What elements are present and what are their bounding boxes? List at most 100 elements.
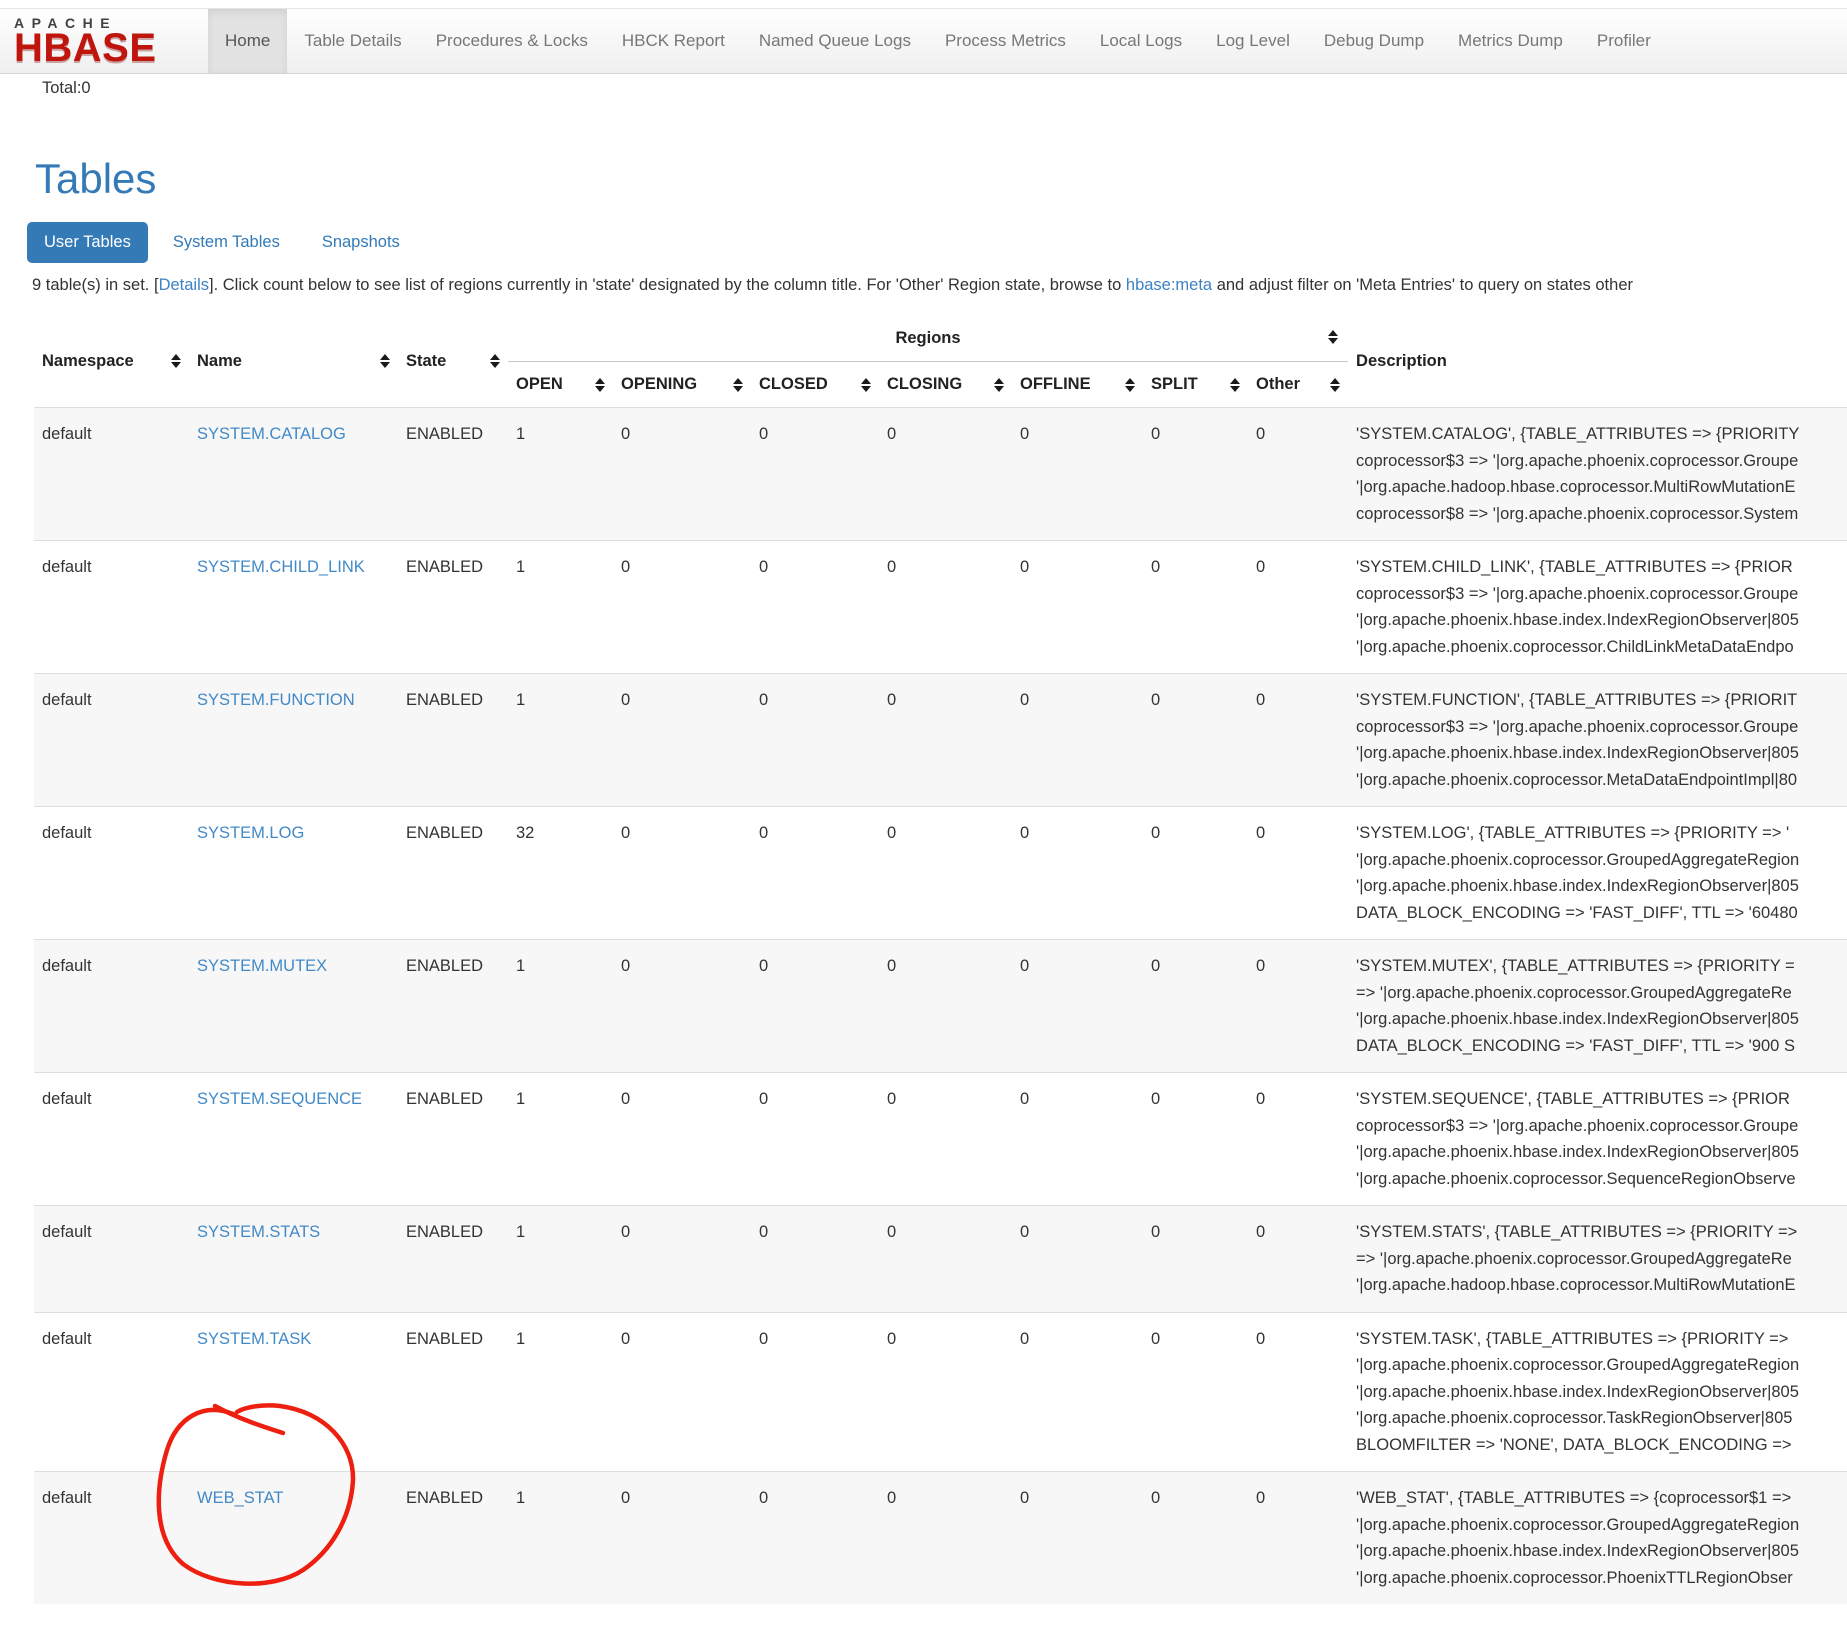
region-count-open[interactable]: 1 [508,940,613,1073]
region-count-closing[interactable]: 0 [879,1073,1012,1206]
region-count-other[interactable]: 0 [1248,674,1348,807]
sort-icon[interactable] [994,378,1004,392]
table-name-link[interactable]: WEB_STAT [197,1489,283,1507]
region-count-offline[interactable]: 0 [1012,1312,1143,1472]
region-count-offline[interactable]: 0 [1012,674,1143,807]
region-count-open[interactable]: 32 [508,807,613,940]
region-count-closed[interactable]: 0 [751,1312,879,1472]
region-count-split[interactable]: 0 [1143,408,1248,541]
region-count-split[interactable]: 0 [1143,940,1248,1073]
table-name-link[interactable]: SYSTEM.TASK [197,1330,311,1348]
region-count-open[interactable]: 1 [508,1312,613,1472]
region-count-closed[interactable]: 0 [751,807,879,940]
table-name-link[interactable]: SYSTEM.CATALOG [197,425,346,443]
region-count-closing[interactable]: 0 [879,408,1012,541]
region-count-closing[interactable]: 0 [879,541,1012,674]
region-count-split[interactable]: 0 [1143,1073,1248,1206]
region-count-offline[interactable]: 0 [1012,1073,1143,1206]
region-count-split[interactable]: 0 [1143,807,1248,940]
region-count-split[interactable]: 0 [1143,541,1248,674]
tab-user-tables[interactable]: User Tables [27,222,148,263]
region-count-opening[interactable]: 0 [613,408,751,541]
region-count-opening[interactable]: 0 [613,1472,751,1605]
header-namespace[interactable]: Namespace [34,315,189,408]
region-count-closed[interactable]: 0 [751,408,879,541]
region-count-opening[interactable]: 0 [613,1073,751,1206]
region-count-split[interactable]: 0 [1143,674,1248,807]
region-count-closed[interactable]: 0 [751,1206,879,1313]
table-name-link[interactable]: SYSTEM.MUTEX [197,957,327,975]
nav-item-log-level[interactable]: Log Level [1199,9,1307,73]
header-region-state-closed[interactable]: CLOSED [751,362,879,408]
region-count-opening[interactable]: 0 [613,1206,751,1313]
header-region-state-open[interactable]: OPEN [508,362,613,408]
region-count-closing[interactable]: 0 [879,807,1012,940]
table-name-link[interactable]: SYSTEM.STATS [197,1223,320,1241]
table-name-link[interactable]: SYSTEM.FUNCTION [197,691,355,709]
region-count-closed[interactable]: 0 [751,1073,879,1206]
region-count-other[interactable]: 0 [1248,541,1348,674]
region-count-open[interactable]: 1 [508,408,613,541]
region-count-closed[interactable]: 0 [751,674,879,807]
region-count-other[interactable]: 0 [1248,1312,1348,1472]
sort-icon[interactable] [1330,378,1340,392]
region-count-split[interactable]: 0 [1143,1472,1248,1605]
region-count-offline[interactable]: 0 [1012,807,1143,940]
region-count-open[interactable]: 1 [508,1206,613,1313]
sort-icon[interactable] [595,378,605,392]
region-count-opening[interactable]: 0 [613,940,751,1073]
nav-item-table-details[interactable]: Table Details [287,9,418,73]
header-state[interactable]: State [398,315,508,408]
region-count-offline[interactable]: 0 [1012,940,1143,1073]
nav-item-metrics-dump[interactable]: Metrics Dump [1441,9,1580,73]
tab-system-tables[interactable]: System Tables [156,222,297,263]
region-count-closing[interactable]: 0 [879,1312,1012,1472]
region-count-opening[interactable]: 0 [613,807,751,940]
sort-icon[interactable] [1125,378,1135,392]
region-count-split[interactable]: 0 [1143,1206,1248,1313]
region-count-open[interactable]: 1 [508,1073,613,1206]
tab-snapshots[interactable]: Snapshots [305,222,417,263]
header-region-state-split[interactable]: SPLIT [1143,362,1248,408]
region-count-open[interactable]: 1 [508,674,613,807]
region-count-offline[interactable]: 0 [1012,1472,1143,1605]
header-regions-group[interactable]: Regions [508,315,1348,362]
nav-item-process-metrics[interactable]: Process Metrics [928,9,1083,73]
region-count-closing[interactable]: 0 [879,1472,1012,1605]
sort-icon[interactable] [380,354,390,368]
region-count-other[interactable]: 0 [1248,1206,1348,1313]
header-name[interactable]: Name [189,315,398,408]
nav-item-named-queue-logs[interactable]: Named Queue Logs [742,9,928,73]
sort-icon[interactable] [1230,378,1240,392]
region-count-open[interactable]: 1 [508,541,613,674]
sort-icon[interactable] [1328,330,1338,344]
region-count-other[interactable]: 0 [1248,408,1348,541]
region-count-split[interactable]: 0 [1143,1312,1248,1472]
hbase-meta-link[interactable]: hbase:meta [1126,276,1212,294]
region-count-closing[interactable]: 0 [879,1206,1012,1313]
details-link[interactable]: Details [159,276,209,294]
region-count-other[interactable]: 0 [1248,940,1348,1073]
region-count-closed[interactable]: 0 [751,940,879,1073]
region-count-closed[interactable]: 0 [751,541,879,674]
region-count-opening[interactable]: 0 [613,674,751,807]
header-region-state-opening[interactable]: OPENING [613,362,751,408]
header-region-state-other[interactable]: Other [1248,362,1348,408]
nav-item-hbck-report[interactable]: HBCK Report [605,9,742,73]
header-region-state-closing[interactable]: CLOSING [879,362,1012,408]
region-count-opening[interactable]: 0 [613,541,751,674]
table-name-link[interactable]: SYSTEM.SEQUENCE [197,1090,362,1108]
region-count-closed[interactable]: 0 [751,1472,879,1605]
region-count-offline[interactable]: 0 [1012,408,1143,541]
sort-icon[interactable] [171,354,181,368]
nav-item-profiler[interactable]: Profiler [1580,9,1668,73]
region-count-offline[interactable]: 0 [1012,541,1143,674]
nav-item-procedures-locks[interactable]: Procedures & Locks [419,9,605,73]
sort-icon[interactable] [733,378,743,392]
nav-item-debug-dump[interactable]: Debug Dump [1307,9,1441,73]
region-count-other[interactable]: 0 [1248,1073,1348,1206]
region-count-opening[interactable]: 0 [613,1312,751,1472]
region-count-open[interactable]: 1 [508,1472,613,1605]
sort-icon[interactable] [861,378,871,392]
region-count-other[interactable]: 0 [1248,1472,1348,1605]
